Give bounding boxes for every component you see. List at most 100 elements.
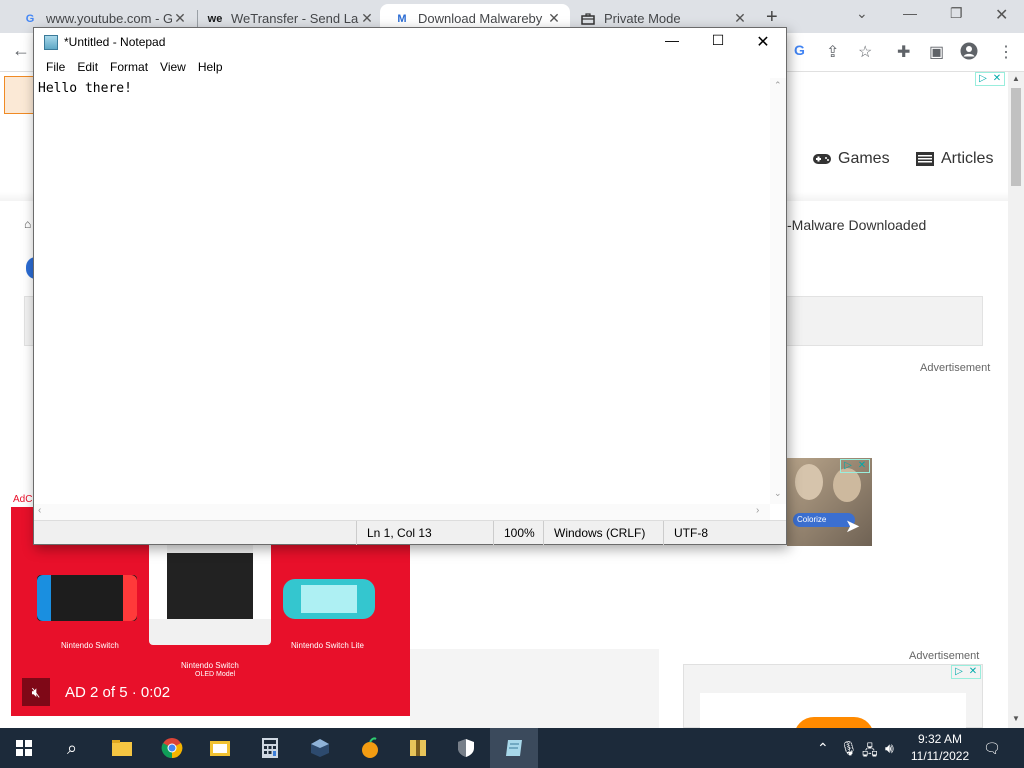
menu-kebab-icon[interactable]: ⋮ (998, 42, 1014, 62)
calculator-icon (262, 738, 278, 758)
close-icon[interactable]: ✕ (172, 10, 188, 27)
notepad-horizontal-scrollbar[interactable]: ‹ › (34, 504, 770, 520)
ad-choices-badge[interactable]: ▷ ✕ (840, 459, 870, 473)
tab-title: Private Mode (604, 11, 681, 26)
close-icon[interactable]: ✕ (732, 10, 748, 27)
restore-icon[interactable]: ❐ (950, 5, 963, 22)
shield-icon (458, 739, 474, 757)
app-cube-button[interactable] (296, 728, 344, 768)
close-window-icon[interactable]: ✕ (995, 5, 1008, 25)
page-heading-fragment: -Malware Downloaded (787, 217, 927, 233)
extensions-icon[interactable]: ✚ (897, 42, 910, 62)
notepad-icon (44, 35, 58, 50)
wetransfer-icon: we (207, 12, 223, 25)
nav-articles-label: Articles (941, 150, 994, 167)
menu-file[interactable]: File (40, 58, 71, 78)
notepad-text-area[interactable]: Hello there! (34, 78, 770, 504)
nav-games[interactable]: Games (812, 150, 890, 168)
photo-faces (833, 468, 861, 502)
security-button[interactable] (442, 728, 490, 768)
colorize-label: Colorize (797, 515, 827, 524)
tab-title: www.youtube.com - Gr (46, 11, 172, 26)
microphone-icon[interactable]: 🎙︎ (840, 740, 858, 757)
switch-oled-image (149, 545, 271, 645)
start-button[interactable] (0, 728, 48, 768)
malwarebytes-icon: M (397, 12, 407, 25)
close-icon[interactable]: ✕ (359, 10, 375, 27)
status-encoding: UTF-8 (663, 521, 708, 545)
notepad-menubar: File Edit Format View Help (34, 58, 786, 78)
tab-search-icon[interactable]: ⌄ (856, 5, 868, 22)
show-hidden-icons[interactable]: ⌃ (817, 740, 829, 757)
bookmark-star-icon[interactable]: ☆ (858, 42, 872, 62)
scroll-left-icon[interactable]: ‹ (38, 505, 41, 516)
notepad-taskbar-button[interactable] (490, 728, 538, 768)
notification-icon[interactable]: 🗨︎ (983, 740, 1001, 757)
briefcase-icon (580, 11, 596, 27)
breadcrumb-home-icon[interactable]: ⌂ (24, 217, 31, 231)
archive-button[interactable] (394, 728, 442, 768)
notepad-vertical-scrollbar[interactable]: ⌃ ⌄ (770, 78, 786, 504)
network-icon[interactable]: 🖧 (862, 740, 878, 764)
tab-title: Download Malwareby (418, 11, 543, 26)
notepad-statusbar: Ln 1, Col 13 100% Windows (CRLF) UTF-8 (34, 520, 786, 545)
nav-games-label: Games (838, 150, 890, 167)
page-logo-thumb (4, 76, 34, 114)
product-sublabel: OLED Model (195, 671, 236, 678)
switch-lite-image (283, 579, 375, 619)
share-icon[interactable]: ⇪ (826, 42, 839, 62)
gamepad-icon (813, 154, 831, 164)
app-folder-button[interactable] (196, 728, 244, 768)
minimize-icon[interactable]: — (649, 32, 695, 54)
status-position: Ln 1, Col 13 (356, 521, 432, 545)
menu-edit[interactable]: Edit (71, 58, 104, 78)
notepad-titlebar[interactable]: *Untitled - Notepad — ☐ ✕ (34, 28, 786, 58)
ad-box[interactable] (683, 664, 983, 737)
scroll-right-icon[interactable]: › (756, 505, 759, 516)
fruit-icon (362, 737, 378, 758)
scroll-up-icon[interactable]: ⌃ (774, 80, 782, 91)
volume-icon[interactable]: 🔊︎ (885, 740, 894, 757)
taskbar-clock[interactable]: 9:32 AM 11/11/2022 (905, 731, 975, 765)
speaker-muted-icon: 🔇︎ (31, 683, 41, 700)
close-icon[interactable]: ✕ (740, 32, 786, 54)
side-panel-icon[interactable]: ▣ (929, 42, 944, 62)
menu-format[interactable]: Format (104, 58, 154, 78)
folder-icon (112, 740, 132, 756)
ad-choices-badge[interactable]: ▷ ✕ (975, 72, 1005, 86)
scroll-down-icon[interactable]: ⌄ (774, 488, 782, 499)
calculator-button[interactable] (246, 728, 294, 768)
back-icon[interactable]: ← (12, 40, 30, 61)
status-zoom: 100% (493, 521, 535, 545)
advertisement-label: Advertisement (920, 362, 991, 374)
chrome-icon (161, 738, 183, 759)
cube-icon (311, 739, 329, 757)
product-label: Nintendo Switch Lite (291, 641, 364, 650)
minimize-icon[interactable]: — (903, 5, 917, 21)
chrome-button[interactable] (148, 728, 196, 768)
new-tab-button[interactable]: + (766, 6, 778, 29)
newspaper-icon (916, 152, 934, 166)
mute-button[interactable]: 🔇︎ (22, 678, 50, 706)
maximize-icon[interactable]: ☐ (695, 32, 741, 54)
notepad-window[interactable]: *Untitled - Notepad — ☐ ✕ File Edit Form… (33, 27, 787, 545)
menu-help[interactable]: Help (192, 58, 229, 78)
google-lens-icon[interactable]: G (794, 42, 805, 58)
menu-view[interactable]: View (154, 58, 192, 78)
profile-avatar-icon[interactable] (960, 42, 978, 65)
file-explorer-button[interactable] (98, 728, 146, 768)
page-scrollbar[interactable]: ▲ ▼ (1008, 72, 1024, 728)
nav-articles[interactable]: Articles (915, 150, 993, 168)
pointer-cursor-icon: ➤ (845, 516, 861, 536)
ad-choices-badge[interactable]: ▷ ✕ (951, 665, 981, 679)
close-icon[interactable]: ✕ (546, 10, 562, 27)
windows-taskbar: ⌕ ⌃ 🎙︎ 🖧 🔊︎ 9:32 AM 11/11/2022 🗨︎ (0, 728, 1024, 768)
scroll-down-icon[interactable]: ▼ (1012, 714, 1020, 723)
advertisement-label-2: Advertisement (909, 650, 980, 662)
scrollbar-thumb[interactable] (1011, 88, 1021, 186)
switch-console-image (37, 575, 137, 621)
windows-logo-icon (16, 740, 32, 756)
fl-studio-button[interactable] (346, 728, 394, 768)
search-button[interactable]: ⌕ (48, 728, 96, 768)
scroll-up-icon[interactable]: ▲ (1012, 74, 1020, 83)
